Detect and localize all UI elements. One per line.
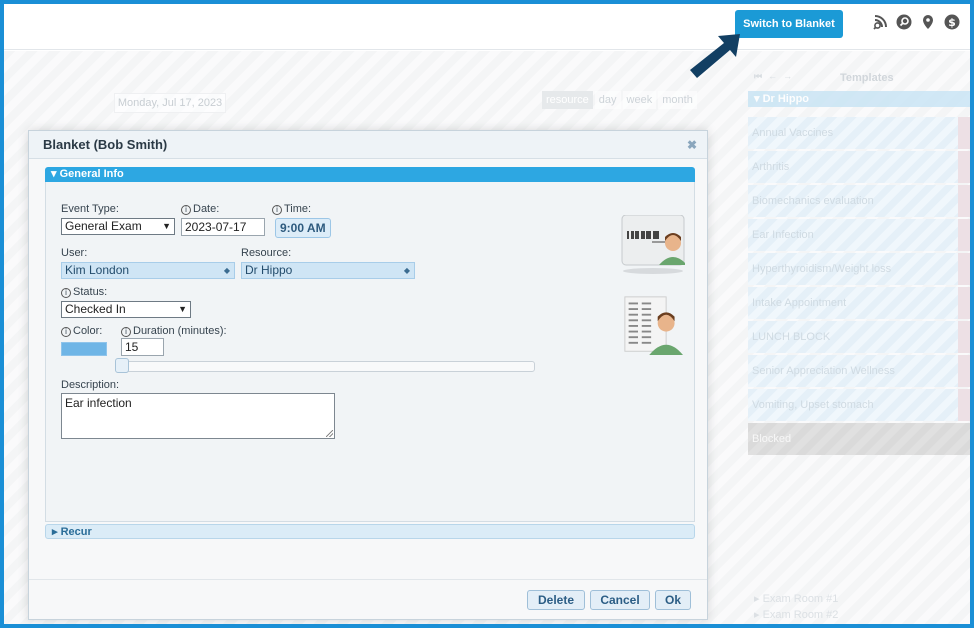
info-icon: i	[272, 205, 282, 215]
status-label: i Status:	[61, 286, 107, 298]
chevron-down-icon: ▼	[178, 304, 187, 314]
color-label-text: Color:	[73, 325, 103, 337]
duration-slider-track[interactable]	[117, 361, 535, 372]
recur-header[interactable]: ▸ Recur	[45, 524, 695, 539]
duration-label: i Duration (minutes):	[121, 325, 227, 337]
resource-label: Resource:	[241, 247, 292, 259]
event-dialog: Blanket (Bob Smith) ✖ ▾ General Info Eve…	[28, 130, 708, 620]
resize-grip-icon[interactable]	[326, 430, 333, 437]
event-type-label: Event Type:	[61, 203, 119, 215]
description-value: Ear infection	[65, 396, 132, 410]
recur-label: Recur	[60, 526, 92, 538]
close-icon[interactable]: ✖	[687, 138, 697, 152]
status-select[interactable]: Checked In ▼	[61, 301, 191, 318]
event-type-value: General Exam	[65, 219, 142, 233]
user-combobox[interactable]: Kim London ◆	[61, 262, 235, 279]
dialog-title: Blanket (Bob Smith)	[43, 137, 168, 152]
switch-to-blanket-button[interactable]: Switch to Blanket	[735, 10, 843, 38]
info-icon: i	[61, 288, 71, 298]
user-value: Kim London	[65, 263, 130, 277]
date-label-text: Date:	[193, 203, 220, 215]
time-picker-button[interactable]: 9:00 AM	[275, 218, 331, 238]
date-label: i Date:	[181, 203, 219, 215]
status-label-text: Status:	[73, 286, 108, 298]
info-icon: i	[181, 205, 191, 215]
ok-button[interactable]: Ok	[655, 590, 691, 610]
location-pin-icon[interactable]	[920, 14, 936, 30]
date-input[interactable]: 2023-07-17	[181, 218, 265, 236]
dialog-footer: Delete Cancel Ok	[29, 579, 707, 619]
rss-search-icon[interactable]	[872, 14, 888, 30]
time-label-text: Time:	[284, 203, 312, 215]
general-info-label: General Info	[59, 168, 124, 180]
description-label: Description:	[61, 379, 120, 391]
dialog-title-bar: Blanket (Bob Smith) ✖	[29, 131, 707, 159]
patient-card-icon[interactable]	[621, 215, 685, 275]
dollar-icon[interactable]: $	[944, 14, 960, 30]
combo-caret-icon: ◆	[223, 266, 230, 275]
duration-input[interactable]: 15	[121, 338, 164, 356]
resource-combobox[interactable]: Dr Hippo ◆	[241, 262, 415, 279]
duration-slider-handle[interactable]	[115, 358, 129, 373]
duration-label-text: Duration (minutes):	[133, 325, 227, 337]
app-frame: Monday, Jul 17, 2023 resource day week m…	[0, 0, 974, 628]
color-label: i Color:	[61, 325, 102, 337]
resource-value: Dr Hippo	[245, 263, 293, 277]
status-value: Checked In	[65, 302, 126, 316]
top-bar: Switch to Blanket $	[4, 4, 970, 50]
callout-arrow-icon	[690, 34, 740, 78]
combo-caret-icon: ◆	[403, 266, 410, 275]
event-type-select[interactable]: General Exam ▼	[61, 218, 175, 235]
delete-button[interactable]: Delete	[527, 590, 585, 610]
time-label: i Time:	[272, 203, 311, 215]
description-textarea[interactable]: Ear infection	[61, 393, 335, 439]
color-swatch[interactable]	[61, 342, 107, 356]
cancel-button[interactable]: Cancel	[590, 590, 650, 610]
search-icon[interactable]	[896, 14, 912, 30]
general-info-body: Event Type: General Exam ▼ i Date: 2023-0…	[45, 182, 695, 522]
top-icons: $	[872, 14, 960, 30]
general-info-header[interactable]: ▾ General Info	[45, 167, 695, 182]
user-label: User:	[61, 247, 88, 259]
patient-chart-icon[interactable]	[621, 295, 685, 355]
info-icon: i	[61, 327, 71, 337]
chevron-down-icon: ▼	[162, 221, 171, 231]
info-icon: i	[121, 327, 131, 337]
svg-text:$: $	[948, 16, 956, 29]
